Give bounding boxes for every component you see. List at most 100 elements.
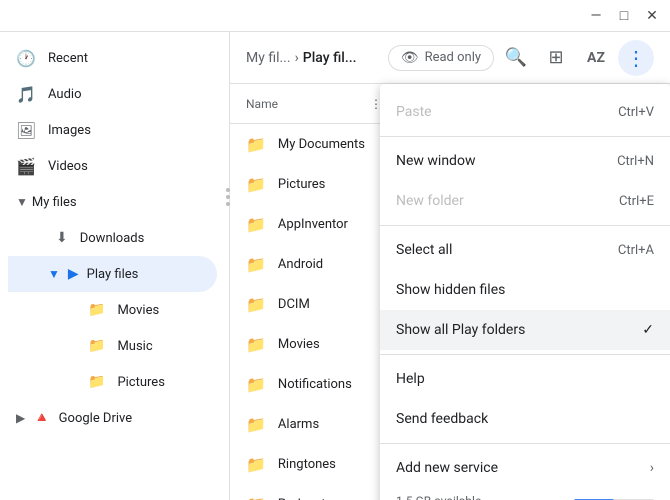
menu-divider-1 <box>380 136 670 137</box>
minimize-button[interactable]: — <box>582 2 610 30</box>
add-service-label: Add new service <box>396 460 498 476</box>
paste-shortcut: Ctrl+V <box>618 105 654 120</box>
sidebar-item-google-drive[interactable]: ▶ 🔺 Google Drive <box>0 400 229 436</box>
more-options-button[interactable]: ⋮ <box>618 40 654 76</box>
myfiles-children: ⬇ Downloads ▼ ▶ Play files 📁 Movies 📁 Mu… <box>0 220 229 400</box>
sort-button[interactable]: AZ <box>578 40 614 76</box>
breadcrumb-parent[interactable]: My fil... <box>246 50 291 66</box>
google-drive-expand-icon: ▶ <box>16 411 25 425</box>
search-button[interactable]: 🔍 <box>498 40 534 76</box>
grid-view-button[interactable]: ⊞ <box>538 40 574 76</box>
title-bar: — □ ✕ <box>0 0 670 32</box>
sidebar-label-videos: Videos <box>48 159 88 174</box>
sidebar-label-myfiles: My files <box>32 195 77 210</box>
folder-icon: 📁 <box>246 175 266 194</box>
sort-icon: AZ <box>587 50 605 66</box>
read-only-label: Read only <box>425 50 481 65</box>
file-name: My Documents <box>278 137 394 152</box>
file-name: Alarms <box>278 417 394 432</box>
new-window-shortcut: Ctrl+N <box>617 154 654 169</box>
toolbar-actions: 👁 Read only 🔍 ⊞ AZ ⋮ <box>388 40 654 76</box>
breadcrumb-sep: › <box>295 50 299 66</box>
file-name: DCIM <box>278 297 394 312</box>
file-name: Movies <box>278 337 394 352</box>
storage-label: 1.5 GB available <box>396 494 481 500</box>
file-name: AppInventor <box>278 217 394 232</box>
resize-handle[interactable] <box>222 180 230 214</box>
checkmark-icon: ✓ <box>642 322 654 338</box>
menu-item-new-window[interactable]: New window Ctrl+N <box>380 141 670 181</box>
folder-icon: 📁 <box>246 135 266 154</box>
sidebar: 🕐 Recent 🎵 Audio 🖼 Images 🎬 Videos ▼ My … <box>0 32 230 500</box>
maximize-button[interactable]: □ <box>610 2 638 30</box>
menu-item-add-service[interactable]: Add new service › <box>380 448 670 488</box>
images-icon: 🖼 <box>16 121 36 140</box>
folder-icon: 📁 <box>246 495 266 500</box>
menu-item-select-all[interactable]: Select all Ctrl+A <box>380 230 670 270</box>
sidebar-item-pictures[interactable]: 📁 Pictures <box>24 364 217 400</box>
google-drive-icon: 🔺 <box>33 410 50 426</box>
add-service-arrow-icon: › <box>650 460 654 476</box>
search-icon: 🔍 <box>505 47 527 68</box>
menu-item-feedback[interactable]: Send feedback <box>380 399 670 439</box>
menu-divider-4 <box>380 443 670 444</box>
main-layout: 🕐 Recent 🎵 Audio 🖼 Images 🎬 Videos ▼ My … <box>0 32 670 500</box>
play-files-icon: ▶ <box>68 266 79 282</box>
pictures-folder-icon: 📁 <box>88 374 105 390</box>
music-folder-icon: 📁 <box>88 338 105 354</box>
folder-icon: 📁 <box>246 295 266 314</box>
sidebar-label-google-drive: Google Drive <box>59 411 132 426</box>
menu-item-new-folder: New folder Ctrl+E <box>380 181 670 221</box>
movies-folder-icon: 📁 <box>88 302 105 318</box>
play-files-children: 📁 Movies 📁 Music 📁 Pictures <box>8 292 229 400</box>
myfiles-expand-icon: ▼ <box>16 195 28 209</box>
audio-icon: 🎵 <box>16 85 36 104</box>
menu-item-paste: Paste Ctrl+V <box>380 92 670 132</box>
sidebar-item-play-files[interactable]: ▼ ▶ Play files <box>8 256 217 292</box>
breadcrumb-current: Play fil... <box>303 50 357 66</box>
menu-footer: 1.5 GB available <box>380 488 670 500</box>
sidebar-label-music: Music <box>117 339 152 354</box>
play-files-expand-icon: ▼ <box>48 267 60 281</box>
sidebar-item-recent[interactable]: 🕐 Recent <box>0 40 217 76</box>
folder-icon: 📁 <box>246 335 266 354</box>
sidebar-item-movies[interactable]: 📁 Movies <box>24 292 217 328</box>
read-only-badge[interactable]: 👁 Read only <box>388 45 494 71</box>
show-play-label: Show all Play folders <box>396 322 525 338</box>
sidebar-label-recent: Recent <box>48 51 88 66</box>
menu-item-show-hidden[interactable]: Show hidden files <box>380 270 670 310</box>
file-name: Podcasts <box>278 497 394 500</box>
folder-icon: 📁 <box>246 215 266 234</box>
sidebar-label-audio: Audio <box>48 87 81 102</box>
content-area: My fil... › Play fil... 👁 Read only 🔍 ⊞ … <box>230 32 670 500</box>
menu-item-help[interactable]: Help <box>380 359 670 399</box>
downloads-icon: ⬇ <box>56 230 68 246</box>
grid-icon: ⊞ <box>548 47 563 68</box>
folder-icon: 📁 <box>246 455 266 474</box>
sidebar-label-images: Images <box>48 123 91 138</box>
folder-icon: 📁 <box>246 415 266 434</box>
paste-label: Paste <box>396 104 432 120</box>
close-button[interactable]: ✕ <box>638 2 666 30</box>
sidebar-item-audio[interactable]: 🎵 Audio <box>0 76 217 112</box>
sidebar-section-myfiles[interactable]: ▼ My files <box>0 184 229 220</box>
menu-divider-2 <box>380 225 670 226</box>
sidebar-item-downloads[interactable]: ⬇ Downloads <box>8 220 217 256</box>
feedback-label: Send feedback <box>396 411 488 427</box>
select-all-label: Select all <box>396 242 452 258</box>
breadcrumb: My fil... › Play fil... <box>246 50 380 66</box>
menu-divider-3 <box>380 354 670 355</box>
new-window-label: New window <box>396 153 475 169</box>
toolbar: My fil... › Play fil... 👁 Read only 🔍 ⊞ … <box>230 32 670 84</box>
more-icon: ⋮ <box>626 46 646 70</box>
menu-item-show-play-folders[interactable]: Show all Play folders ✓ <box>380 310 670 350</box>
select-all-shortcut: Ctrl+A <box>618 243 654 258</box>
context-menu: Paste Ctrl+V New window Ctrl+N New folde… <box>380 84 670 500</box>
sidebar-label-movies: Movies <box>117 303 159 318</box>
sidebar-item-images[interactable]: 🖼 Images <box>0 112 217 148</box>
sidebar-item-music[interactable]: 📁 Music <box>24 328 217 364</box>
new-folder-label: New folder <box>396 193 464 209</box>
file-name: Android <box>278 257 394 272</box>
sidebar-item-videos[interactable]: 🎬 Videos <box>0 148 217 184</box>
show-hidden-label: Show hidden files <box>396 282 505 298</box>
